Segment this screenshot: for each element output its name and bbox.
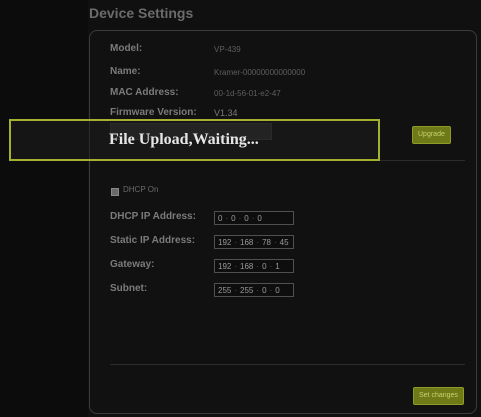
settings-panel: Model: VP-439 Name: Kramer-0000000000000… xyxy=(89,30,477,414)
subnet-input[interactable]: 255 · 255 · 0 · 0 xyxy=(214,283,294,297)
model-label: Model: xyxy=(110,43,143,54)
dhcp-ip-label: DHCP IP Address: xyxy=(110,211,196,222)
static-ip-input[interactable]: 192 · 168 · 78 · 45 xyxy=(214,235,294,249)
name-value: Kramer-00000000000000 xyxy=(214,68,306,77)
octet: 0 xyxy=(257,213,262,223)
dhcp-checkbox[interactable] xyxy=(111,188,119,196)
name-label: Name: xyxy=(110,66,141,77)
octet: 78 xyxy=(262,237,271,247)
mac-address-label: MAC Address: xyxy=(110,87,179,98)
upload-status-message: File Upload,Waiting... xyxy=(109,131,259,148)
page-title: Device Settings xyxy=(89,5,194,21)
model-value: VP-439 xyxy=(214,45,241,54)
octet: 168 xyxy=(240,261,254,271)
subnet-label: Subnet: xyxy=(110,283,148,294)
left-background xyxy=(0,0,88,417)
octet: 192 xyxy=(218,261,232,271)
bottom-divider xyxy=(110,364,465,365)
gateway-label: Gateway: xyxy=(110,259,155,270)
octet: 255 xyxy=(218,285,232,295)
set-changes-button[interactable]: Set changes xyxy=(413,387,464,405)
octet: 1 xyxy=(275,261,280,271)
dhcp-ip-input[interactable]: 0 · 0 · 0 · 0 xyxy=(214,211,294,225)
firmware-version-value: V1.34 xyxy=(214,108,238,118)
upgrade-button[interactable]: Upgrade xyxy=(412,126,451,144)
octet: 168 xyxy=(240,237,254,247)
octet: 192 xyxy=(218,237,232,247)
mac-address-value: 00-1d-56-01-e2-47 xyxy=(214,89,281,98)
octet: 0 xyxy=(275,285,280,295)
octet: 45 xyxy=(279,237,289,247)
static-ip-label: Static IP Address: xyxy=(110,235,196,246)
gateway-input[interactable]: 192 · 168 · 0 · 1 xyxy=(214,259,294,273)
firmware-version-label: Firmware Version: xyxy=(110,107,197,118)
octet: 255 xyxy=(240,285,254,295)
dhcp-on-label: DHCP On xyxy=(123,185,159,194)
